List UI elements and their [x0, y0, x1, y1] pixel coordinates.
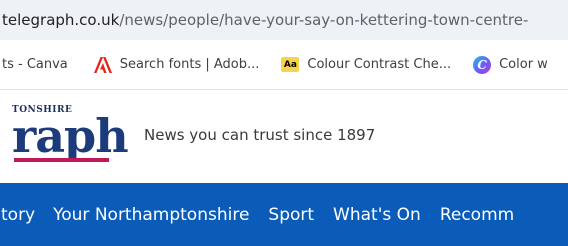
- color-wheel-icon: C: [473, 55, 492, 74]
- address-bar[interactable]: telegraph.co.uk/news/people/have-your-sa…: [0, 0, 568, 40]
- adobe-icon: [93, 56, 112, 73]
- bookmark-canva[interactable]: ts - Canva: [2, 57, 68, 72]
- nav-item-whats-on[interactable]: What's On: [333, 205, 421, 225]
- bookmark-color-wheel[interactable]: C Color w: [473, 55, 548, 74]
- nav-item-sport[interactable]: Sport: [268, 205, 314, 225]
- url-domain: telegraph.co.uk: [2, 11, 120, 29]
- nav-item-story[interactable]: tory: [1, 205, 35, 225]
- bookmark-adobe-fonts[interactable]: Search fonts | Adob...: [93, 56, 260, 73]
- aa-icon: Aa: [281, 57, 300, 72]
- bookmark-label: Search fonts | Adob...: [119, 57, 260, 72]
- bookmark-colour-contrast[interactable]: Aa Colour Contrast Che...: [281, 57, 451, 72]
- tagline: News you can trust since 1897: [144, 126, 376, 144]
- bookmark-label: Colour Contrast Che...: [307, 57, 452, 72]
- url-path: /news/people/have-your-say-on-kettering-…: [119, 11, 529, 29]
- nav-item-your-northamptonshire[interactable]: Your Northamptonshire: [53, 205, 249, 225]
- bookmark-label: ts - Canva: [2, 57, 68, 72]
- logo-wordmark[interactable]: raph: [12, 113, 129, 159]
- main-navigation: tory Your Northamptonshire Sport What's …: [0, 183, 568, 246]
- masthead: TONSHIRE raph News you can trust since 1…: [0, 91, 568, 183]
- bookmarks-bar: ts - Canva Search fonts | Adob... Aa Col…: [0, 40, 568, 90]
- url-text[interactable]: telegraph.co.uk/news/people/have-your-sa…: [0, 11, 528, 29]
- bookmark-label: Color w: [499, 57, 548, 72]
- nav-item-recommended[interactable]: Recomm: [440, 205, 514, 225]
- logo-underline: [14, 158, 109, 162]
